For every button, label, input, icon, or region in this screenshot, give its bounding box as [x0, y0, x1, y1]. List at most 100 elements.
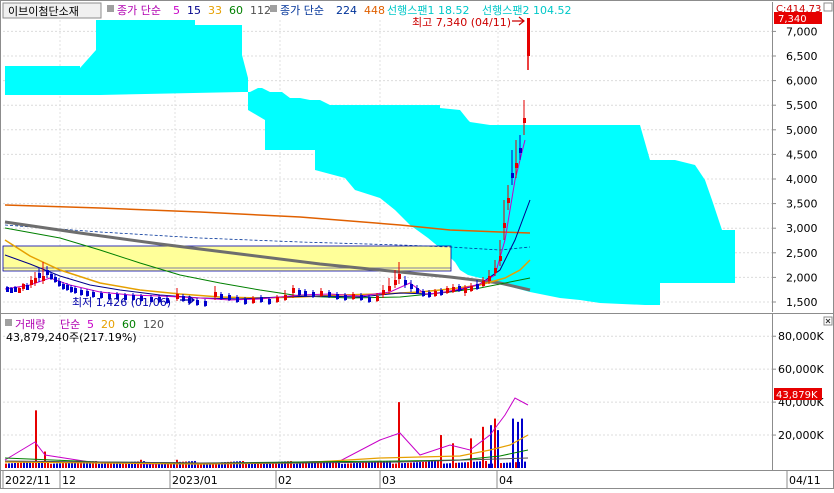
- last-candle-body: [527, 18, 530, 56]
- candle-body: [70, 287, 73, 292]
- candle-body: [304, 291, 307, 296]
- candle-body: [511, 173, 514, 178]
- date-tick-label: 02: [278, 474, 292, 487]
- last-price-label: 7,340: [778, 14, 807, 25]
- candle-body: [507, 198, 510, 203]
- volume-bar: [26, 462, 28, 468]
- price-tick-label: 4,500: [786, 148, 818, 161]
- volume-bar: [443, 463, 445, 468]
- ma-period-label: 224: [336, 4, 357, 17]
- price-tick-label: 1,500: [786, 296, 818, 309]
- candle-body: [523, 118, 526, 123]
- volume-bar: [458, 462, 460, 468]
- ma-legend-label: 종가 단순: [117, 4, 161, 17]
- chart-window: 최고 7,340 (04/11) 최저 1,426 (01/06) 이브이첨단소…: [0, 0, 834, 489]
- candle-body: [410, 284, 413, 289]
- last-volume-label: 43,879K: [776, 390, 818, 401]
- volume-bar: [344, 463, 346, 468]
- candle-body: [499, 256, 502, 261]
- volume-bar: [245, 463, 247, 468]
- volume-bar: [473, 461, 475, 468]
- candle-body: [368, 297, 371, 302]
- volume-bar: [11, 463, 13, 468]
- ma-period-label: 33: [208, 4, 222, 17]
- volume-bar: [248, 463, 250, 468]
- volume-bar: [365, 462, 367, 468]
- volume-bar: [308, 462, 310, 468]
- volume-bar: [437, 460, 439, 468]
- candle-body: [482, 281, 485, 286]
- volume-bar: [350, 463, 352, 468]
- ma-period-label: 20: [101, 318, 115, 331]
- volume-bar: [449, 463, 451, 468]
- candle-body: [14, 287, 17, 292]
- candle-body: [42, 276, 45, 281]
- volume-bar: [503, 462, 505, 468]
- candle-body: [220, 294, 223, 299]
- volume-bar: [509, 462, 511, 468]
- candle-body: [80, 290, 83, 295]
- volume-bar: [50, 463, 52, 468]
- candle-body: [62, 284, 65, 289]
- candle-body: [34, 278, 37, 283]
- candle-body: [388, 286, 391, 291]
- candle-body: [268, 299, 271, 304]
- candle-body: [260, 297, 263, 302]
- span2-legend: 선행스팬2 104.52: [482, 4, 571, 17]
- candle-body: [74, 288, 77, 293]
- candle-body: [336, 294, 339, 299]
- ma-period-label: 60: [122, 318, 136, 331]
- volume-bar: [434, 461, 436, 468]
- ma-period-label: 60: [229, 4, 243, 17]
- candle-body: [416, 288, 419, 293]
- volume-bar: [146, 463, 148, 468]
- volume-bar: [500, 463, 502, 468]
- volume-legend-label: 거래량: [15, 318, 45, 331]
- price-panel-box[interactable]: [823, 2, 833, 12]
- volume-bar: [422, 461, 424, 468]
- volume-bar: [455, 462, 457, 468]
- candle-body: [292, 288, 295, 293]
- date-tick-label: 04: [499, 474, 513, 487]
- price-tick-label: 2,500: [786, 247, 818, 260]
- ma-period-label: 120: [143, 318, 164, 331]
- date-tick-label: 12: [62, 474, 76, 487]
- candle-body: [236, 297, 239, 302]
- candle-body: [298, 290, 301, 295]
- candle-body: [404, 280, 407, 285]
- candle-body: [204, 301, 207, 306]
- volume-bar: [440, 435, 442, 468]
- volume-bar: [353, 463, 355, 468]
- candle-body: [434, 291, 437, 296]
- volume-bar: [53, 463, 55, 468]
- volume-bar: [5, 463, 7, 468]
- candle-body: [464, 288, 467, 293]
- volume-bar: [490, 425, 492, 468]
- candle-body: [360, 295, 363, 300]
- candle-body: [176, 294, 179, 299]
- high-annotation: 최고 7,340 (04/11): [412, 16, 511, 29]
- volume-bar: [425, 461, 427, 468]
- volume-bar: [404, 462, 406, 468]
- volume-bar: [494, 418, 496, 468]
- volume-tick-label: 20,000K: [778, 429, 824, 442]
- volume-bar: [20, 462, 22, 468]
- candle-body: [6, 287, 9, 292]
- volume-bar: [392, 463, 394, 468]
- volume-bar: [62, 463, 64, 468]
- candle-body: [196, 300, 199, 305]
- span1-legend: 선행스팬1 18.52: [387, 4, 469, 17]
- volume-bar: [419, 462, 421, 468]
- candle-body: [30, 280, 33, 285]
- price-tick-label: 2,000: [786, 271, 818, 284]
- volume-bar: [104, 463, 106, 468]
- volume-bar: [359, 462, 361, 468]
- candle-body: [328, 292, 331, 297]
- price-tick-label: 3,000: [786, 222, 818, 235]
- volume-bar: [305, 463, 307, 468]
- candle-body: [58, 281, 61, 286]
- candle-body: [352, 294, 355, 299]
- volume-bar: [413, 462, 415, 468]
- candle-body: [252, 298, 255, 303]
- ma2-legend-marker: [270, 5, 277, 12]
